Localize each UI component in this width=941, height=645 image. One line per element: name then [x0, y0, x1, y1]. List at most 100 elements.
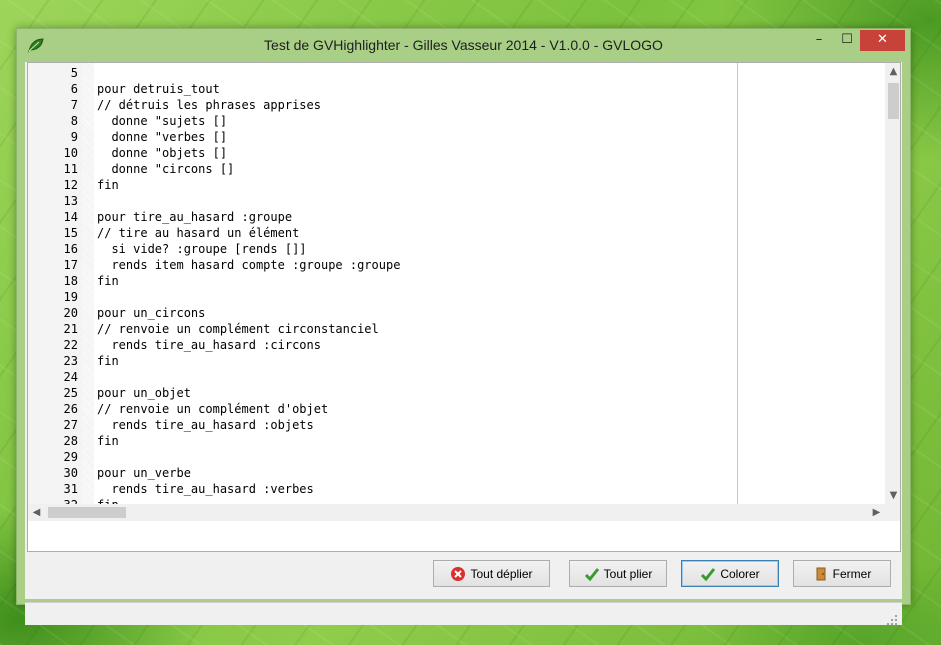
unfold-all-label: Tout déplier	[470, 566, 533, 581]
line-number: 17	[63, 258, 78, 272]
code-editor[interactable]: 5 6 pour detruis_tout 7 // détruis les phras…	[27, 62, 901, 552]
code-line[interactable]: 19	[28, 289, 888, 305]
code-text[interactable]: rends tire_au_hasard :verbes	[97, 481, 313, 497]
code-line[interactable]: 15 // tire au hasard un élément	[28, 225, 888, 241]
code-line[interactable]: 26 // renvoie un complément d'objet	[28, 401, 888, 417]
line-number: 14	[63, 210, 78, 224]
code-line[interactable]: 23 fin	[28, 353, 888, 369]
error-icon	[450, 566, 466, 582]
code-line[interactable]: 11 donne "circons []	[28, 161, 888, 177]
unfold-all-button[interactable]: Tout déplier	[433, 560, 550, 587]
line-number: 12	[63, 178, 78, 192]
line-number: 11	[63, 162, 78, 176]
code-text[interactable]: pour un_circons	[97, 305, 205, 321]
window-title: Test de GVHighlighter - Gilles Vasseur 2…	[264, 37, 663, 53]
maximize-button[interactable]: ☐	[833, 30, 861, 51]
code-line[interactable]: 8 donne "sujets []	[28, 113, 888, 129]
code-line[interactable]: 18 fin	[28, 273, 888, 289]
code-line[interactable]: 17 rends item hasard compte :groupe :gro…	[28, 257, 888, 273]
line-number: 6	[70, 82, 78, 96]
code-text[interactable]: // tire au hasard un élément	[97, 225, 299, 241]
line-number: 23	[63, 354, 78, 368]
scroll-up-icon[interactable]: ▲	[885, 63, 900, 80]
vertical-scrollbar[interactable]: ▲ ▼	[885, 63, 900, 504]
code-text[interactable]: rends tire_au_hasard :circons	[97, 337, 321, 353]
code-text[interactable]: donne "sujets []	[97, 113, 227, 129]
line-number: 26	[63, 402, 78, 416]
code-text[interactable]: pour tire_au_hasard :groupe	[97, 209, 292, 225]
code-lines[interactable]: 5 6 pour detruis_tout 7 // détruis les phras…	[28, 65, 888, 513]
code-line[interactable]: 22 rends tire_au_hasard :circons	[28, 337, 888, 353]
line-number: 28	[63, 434, 78, 448]
code-text[interactable]: rends tire_au_hasard :objets	[97, 417, 313, 433]
code-text[interactable]: donne "objets []	[97, 145, 227, 161]
app-window: Test de GVHighlighter - Gilles Vasseur 2…	[16, 28, 911, 625]
code-line[interactable]: 24	[28, 369, 888, 385]
line-number: 9	[70, 130, 78, 144]
code-line[interactable]: 20 pour un_circons	[28, 305, 888, 321]
line-number: 16	[63, 242, 78, 256]
code-line[interactable]: 13	[28, 193, 888, 209]
line-number: 27	[63, 418, 78, 432]
code-line[interactable]: 5	[28, 65, 888, 81]
minimize-button[interactable]: –	[805, 30, 833, 51]
door-icon	[813, 566, 829, 582]
scroll-down-icon[interactable]: ▼	[885, 487, 900, 504]
code-line[interactable]: 16 si vide? :groupe [rends []]	[28, 241, 888, 257]
code-line[interactable]: 7 // détruis les phrases apprises	[28, 97, 888, 113]
horizontal-scrollbar[interactable]: ◀ ▶	[28, 504, 885, 521]
line-number: 7	[70, 98, 78, 112]
code-line[interactable]: 6 pour detruis_tout	[28, 81, 888, 97]
line-number: 8	[70, 114, 78, 128]
code-line[interactable]: 27 rends tire_au_hasard :objets	[28, 417, 888, 433]
close-button[interactable]: Fermer	[793, 560, 891, 587]
code-line[interactable]: 31 rends tire_au_hasard :verbes	[28, 481, 888, 497]
line-number: 24	[63, 370, 78, 384]
line-number: 5	[70, 66, 78, 80]
code-text[interactable]: donne "circons []	[97, 161, 234, 177]
code-line[interactable]: 14 pour tire_au_hasard :groupe	[28, 209, 888, 225]
scroll-right-icon[interactable]: ▶	[868, 504, 885, 521]
code-text[interactable]: // renvoie un complément circonstanciel	[97, 321, 379, 337]
code-line[interactable]: 12 fin	[28, 177, 888, 193]
code-text[interactable]: // renvoie un complément d'objet	[97, 401, 328, 417]
line-number: 18	[63, 274, 78, 288]
colorize-button[interactable]: Colorer	[681, 560, 779, 587]
status-bar	[25, 602, 902, 625]
line-number: 21	[63, 322, 78, 336]
code-text[interactable]: pour detruis_tout	[97, 81, 220, 97]
code-text[interactable]: fin	[97, 177, 119, 193]
code-line[interactable]: 9 donne "verbes []	[28, 129, 888, 145]
code-text[interactable]: fin	[97, 433, 119, 449]
title-bar[interactable]: Test de GVHighlighter - Gilles Vasseur 2…	[17, 29, 910, 62]
check-icon	[700, 566, 716, 582]
close-label: Fermer	[832, 566, 872, 581]
code-text[interactable]: donne "verbes []	[97, 129, 227, 145]
code-text[interactable]: pour un_verbe	[97, 465, 191, 481]
code-line[interactable]: 30 pour un_verbe	[28, 465, 888, 481]
code-line[interactable]: 25 pour un_objet	[28, 385, 888, 401]
close-window-button[interactable]: ✕	[860, 30, 905, 51]
line-number: 29	[63, 450, 78, 464]
code-text[interactable]: pour un_objet	[97, 385, 191, 401]
code-text[interactable]: rends item hasard compte :groupe :groupe	[97, 257, 400, 273]
code-line[interactable]: 28 fin	[28, 433, 888, 449]
code-line[interactable]: 29	[28, 449, 888, 465]
line-number: 19	[63, 290, 78, 304]
vertical-scroll-thumb[interactable]	[888, 83, 899, 119]
line-number: 22	[63, 338, 78, 352]
code-text[interactable]: si vide? :groupe [rends []]	[97, 241, 306, 257]
scroll-left-icon[interactable]: ◀	[28, 504, 45, 521]
code-text[interactable]: fin	[97, 273, 119, 289]
fold-all-button[interactable]: Tout plier	[569, 560, 667, 587]
code-line[interactable]: 21 // renvoie un complément circonstancie…	[28, 321, 888, 337]
horizontal-scroll-thumb[interactable]	[48, 507, 126, 518]
code-line[interactable]: 10 donne "objets []	[28, 145, 888, 161]
fold-all-label: Tout plier	[603, 566, 653, 581]
line-number: 31	[63, 482, 78, 496]
code-text[interactable]: fin	[97, 353, 119, 369]
check-icon	[584, 566, 600, 582]
code-text[interactable]: // détruis les phrases apprises	[97, 97, 321, 113]
line-number: 15	[63, 226, 78, 240]
resize-grip-icon[interactable]	[886, 611, 898, 625]
